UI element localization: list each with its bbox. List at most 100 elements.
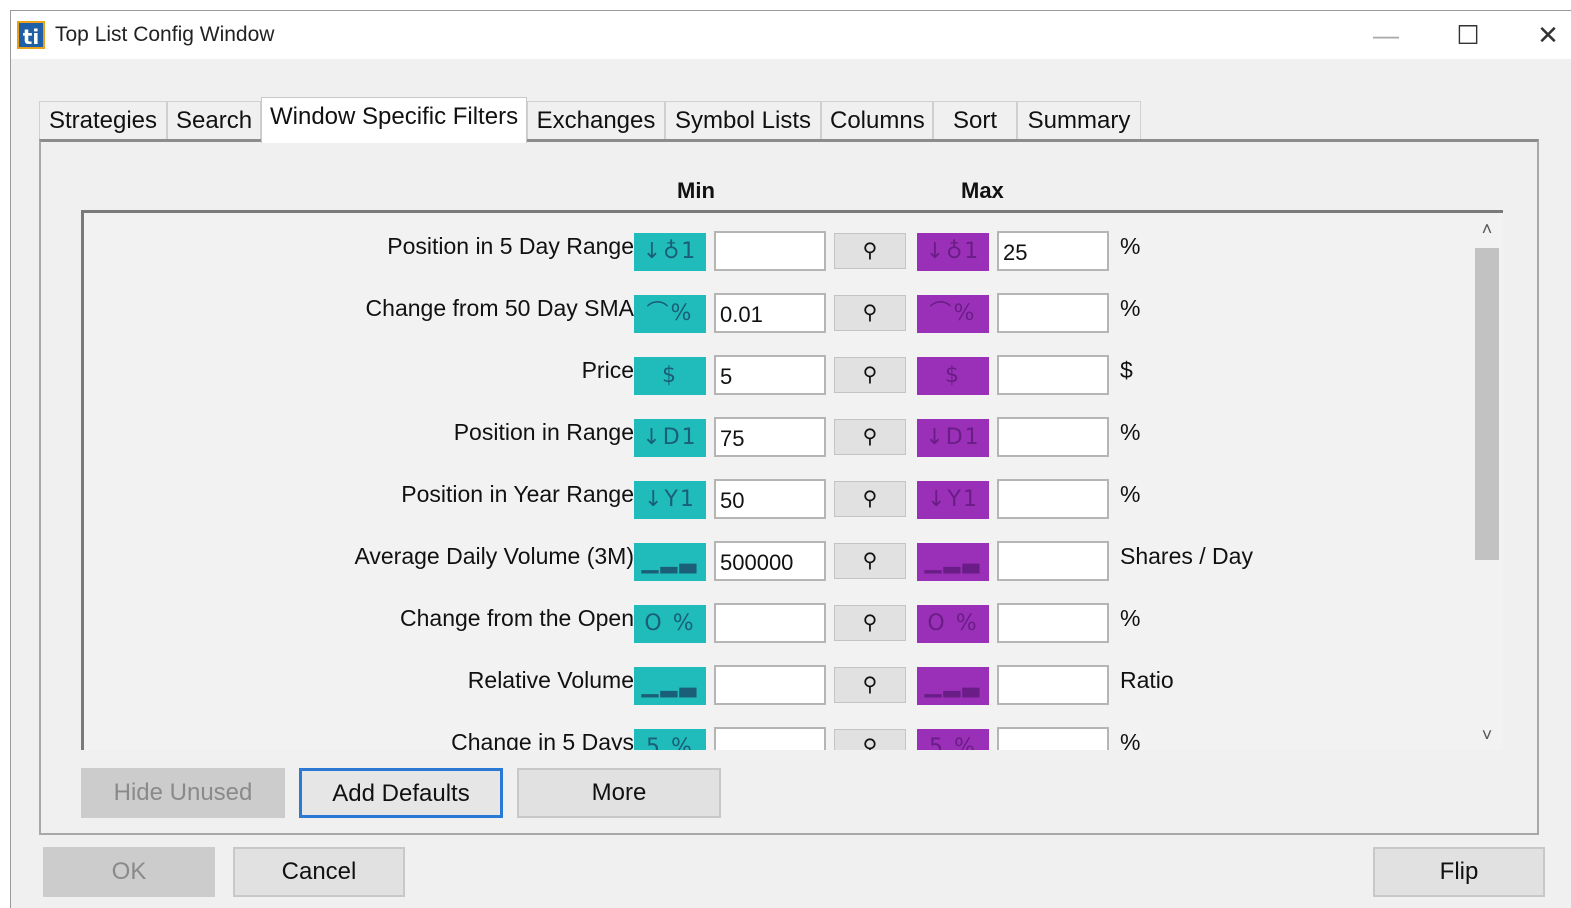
tab-summary[interactable]: Summary (1017, 101, 1141, 141)
tab-symbol-lists[interactable]: Symbol Lists (665, 101, 821, 141)
filter-row: Position in Range ↓D1 ⚲ ↓D1 % (84, 413, 1484, 457)
window-title: Top List Config Window (55, 23, 275, 46)
search-icon[interactable]: ⚲ (834, 481, 906, 517)
minimize-button[interactable]: — (1361, 17, 1411, 53)
unit-label: $ (1120, 357, 1133, 383)
open-change-min-icon[interactable]: O % (634, 605, 706, 643)
filter-label: Change from the Open (400, 605, 634, 631)
max-input[interactable] (997, 603, 1109, 643)
year-range-min-icon[interactable]: ↓Y1 (634, 481, 706, 519)
unit-label: % (1120, 729, 1141, 750)
5-day-change-min-icon[interactable]: 5 % (634, 729, 706, 750)
year-range-max-icon[interactable]: ↓Y1 (917, 481, 989, 519)
config-window: ti Top List Config Window — ☐ ✕ Strategi… (10, 10, 1571, 908)
volume-3m-min-icon[interactable]: ▁▂▃ (634, 543, 706, 581)
search-icon[interactable]: ⚲ (834, 233, 906, 269)
5-day-change-max-icon[interactable]: 5 % (917, 729, 989, 750)
max-input[interactable] (997, 727, 1109, 750)
close-button[interactable]: ✕ (1523, 17, 1571, 53)
search-icon[interactable]: ⚲ (834, 357, 906, 393)
sma-change-min-icon[interactable]: ⌒% (634, 295, 706, 333)
5-day-range-max-icon[interactable]: ↓♁1 (917, 233, 989, 271)
day-range-min-icon[interactable]: ↓D1 (634, 419, 706, 457)
max-input[interactable] (997, 665, 1109, 705)
flip-button[interactable]: Flip (1373, 847, 1545, 897)
unit-label: % (1120, 605, 1141, 631)
app-logo-icon: ti (17, 21, 45, 49)
search-icon[interactable]: ⚲ (834, 729, 906, 750)
min-input[interactable] (714, 603, 826, 643)
tab-sort[interactable]: Sort (933, 101, 1017, 141)
hide-unused-button[interactable]: Hide Unused (81, 768, 285, 818)
unit-label: % (1120, 233, 1141, 259)
tab-strategies[interactable]: Strategies (39, 101, 167, 141)
vertical-scrollbar[interactable]: ˄ ˅ (1471, 212, 1503, 750)
unit-label: % (1120, 419, 1141, 445)
scroll-up-icon[interactable]: ˄ (1471, 214, 1503, 244)
tab-window-specific-filters[interactable]: Window Specific Filters (261, 97, 527, 143)
search-icon[interactable]: ⚲ (834, 605, 906, 641)
search-icon[interactable]: ⚲ (834, 295, 906, 331)
max-input[interactable] (997, 541, 1109, 581)
max-input[interactable] (997, 355, 1109, 395)
min-input[interactable] (714, 665, 826, 705)
min-input[interactable] (714, 231, 826, 271)
filter-row: Position in 5 Day Range ↓♁1 ⚲ ↓♁1 % (84, 227, 1484, 271)
filter-label: Relative Volume (467, 667, 634, 693)
filter-row: Price $ ⚲ $ $ (84, 351, 1484, 395)
min-column-header: Min (677, 178, 715, 203)
open-change-max-icon[interactable]: O % (917, 605, 989, 643)
min-input[interactable] (714, 355, 826, 395)
relative-volume-max-icon[interactable]: ▁▂▃ (917, 667, 989, 705)
filter-label: Position in Year Range (401, 481, 634, 507)
day-range-max-icon[interactable]: ↓D1 (917, 419, 989, 457)
5-day-range-min-icon[interactable]: ↓♁1 (634, 233, 706, 271)
max-input[interactable] (997, 417, 1109, 457)
max-column-header: Max (961, 178, 1004, 203)
min-input[interactable] (714, 541, 826, 581)
tab-exchanges[interactable]: Exchanges (527, 101, 665, 141)
cancel-button[interactable]: Cancel (233, 847, 405, 897)
search-icon[interactable]: ⚲ (834, 543, 906, 579)
tab-columns[interactable]: Columns (821, 101, 933, 141)
title-bar[interactable]: ti Top List Config Window — ☐ ✕ (11, 11, 1571, 59)
filter-row: Change in 5 Days 5 % ⚲ 5 % % (84, 723, 1484, 750)
sma-change-max-icon[interactable]: ⌒% (917, 295, 989, 333)
min-input[interactable] (714, 293, 826, 333)
filter-row: Relative Volume ▁▂▃ ⚲ ▁▂▃ Ratio (84, 661, 1484, 705)
filters-tab-page: Min Max Position in 5 Day Range ↓♁1 ⚲ ↓♁… (39, 139, 1539, 835)
filter-label: Average Daily Volume (3M) (354, 543, 634, 569)
maximize-button[interactable]: ☐ (1443, 17, 1493, 53)
scroll-down-icon[interactable]: ˅ (1471, 720, 1503, 750)
dollar-min-icon[interactable]: $ (634, 357, 706, 395)
tab-search[interactable]: Search (167, 101, 261, 141)
more-button[interactable]: More (517, 768, 721, 818)
unit-label: % (1120, 295, 1141, 321)
filter-row: Change from 50 Day SMA ⌒% ⚲ ⌒% % (84, 289, 1484, 333)
search-icon[interactable]: ⚲ (834, 667, 906, 703)
search-icon[interactable]: ⚲ (834, 419, 906, 455)
scrollbar-thumb[interactable] (1475, 248, 1499, 560)
max-input[interactable] (997, 293, 1109, 333)
min-input[interactable] (714, 479, 826, 519)
tab-strip: Strategies Search Window Specific Filter… (39, 97, 1539, 143)
filter-label: Price (581, 357, 634, 383)
filter-row: Average Daily Volume (3M) ▁▂▃ ⚲ ▁▂▃ Shar… (84, 537, 1484, 581)
dollar-max-icon[interactable]: $ (917, 357, 989, 395)
max-input[interactable] (997, 231, 1109, 271)
filter-label: Change from 50 Day SMA (365, 295, 634, 321)
filter-row: Change from the Open O % ⚲ O % % (84, 599, 1484, 643)
max-input[interactable] (997, 479, 1109, 519)
add-defaults-button[interactable]: Add Defaults (299, 768, 503, 818)
filter-label: Position in Range (453, 419, 634, 445)
min-input[interactable] (714, 417, 826, 457)
relative-volume-min-icon[interactable]: ▁▂▃ (634, 667, 706, 705)
filter-list: Position in 5 Day Range ↓♁1 ⚲ ↓♁1 % Chan… (81, 210, 1503, 750)
filter-row: Position in Year Range ↓Y1 ⚲ ↓Y1 % (84, 475, 1484, 519)
unit-label: Ratio (1120, 667, 1174, 693)
unit-label: % (1120, 481, 1141, 507)
min-input[interactable] (714, 727, 826, 750)
ok-button[interactable]: OK (43, 847, 215, 897)
volume-3m-max-icon[interactable]: ▁▂▃ (917, 543, 989, 581)
filter-label: Change in 5 Days (451, 729, 634, 750)
